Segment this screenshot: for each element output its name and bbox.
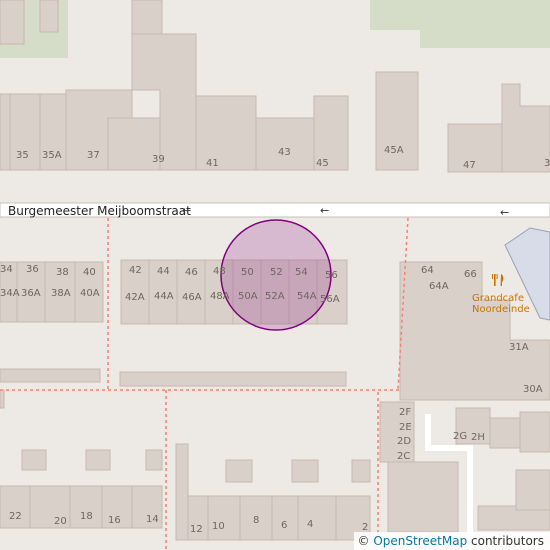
house-number: 2C [397,451,410,462]
house-number: 66 [464,269,477,280]
house-number: 38A [51,288,71,299]
house-number: 48A [210,291,230,302]
house-number: 42A [125,292,145,303]
house-number: 46 [185,267,198,278]
poi-name-line1[interactable]: Grandcafe [472,293,524,304]
house-number: 64 [421,265,434,276]
house-number: 42 [129,265,142,276]
house-number: 4 [307,519,313,530]
house-number: 14 [146,514,159,525]
house-number: 3 [544,158,550,169]
house-number: 40A [80,288,100,299]
house-number: 31A [509,342,529,353]
house-number: 50 [241,267,254,278]
oneway-arrow: ← [500,206,509,219]
house-number: 40 [83,267,96,278]
copyright-symbol: © [357,534,370,548]
house-number: 16 [108,515,121,526]
house-number: 45A [384,145,404,156]
osm-link[interactable]: OpenStreetMap [373,534,467,548]
house-number: 2D [397,436,411,447]
house-number: 35A [42,150,62,161]
house-number: 10 [212,521,225,532]
map-view[interactable]: Burgemeester Meijboomstraat ← ← ← 35 35A… [0,0,550,550]
oneway-arrow: ← [182,204,191,217]
house-number: 34A [0,288,20,299]
house-number: 48 [213,266,226,277]
house-number: 45 [316,158,329,169]
house-number: 64A [429,281,449,292]
house-number: 2F [399,407,411,418]
house-number: 12 [190,524,203,535]
house-number: 2G [453,431,467,442]
house-number: 47 [463,160,476,171]
attribution-suffix: contributors [471,534,544,548]
house-number: 54 [295,267,308,278]
house-number: 36A [21,288,41,299]
house-number: 37 [87,150,100,161]
map-canvas: Burgemeester Meijboomstraat ← ← ← 35 35A… [0,0,550,550]
house-number: 39 [152,154,165,165]
house-number: 38 [56,267,69,278]
house-number: 52A [265,291,285,302]
house-number: 34 [0,264,13,275]
house-number: 30A [523,384,543,395]
attribution: © OpenStreetMap contributors [353,532,550,550]
house-number: 6 [281,520,287,531]
house-number: 43 [278,147,291,158]
poi-name-line2[interactable]: Noordeinde [472,304,530,315]
house-number: 20 [54,516,67,527]
house-number: 56A [320,294,340,305]
house-number: 44A [154,291,174,302]
oneway-arrow: ← [320,204,329,217]
house-number: 8 [253,515,259,526]
house-number: 41 [206,158,219,169]
house-number: 54A [297,291,317,302]
house-number: 46A [182,292,202,303]
house-number: 22 [9,511,22,522]
house-number: 2H [471,432,485,443]
street-name-label: Burgemeester Meijboomstraat [8,204,191,218]
house-number: 52 [270,267,283,278]
house-number: 44 [157,266,170,277]
house-number: 36 [26,264,39,275]
house-number: 56 [325,270,338,281]
house-number: 2E [399,422,412,433]
house-number: 18 [80,511,93,522]
house-number: 35 [16,150,29,161]
house-number: 50A [238,291,258,302]
